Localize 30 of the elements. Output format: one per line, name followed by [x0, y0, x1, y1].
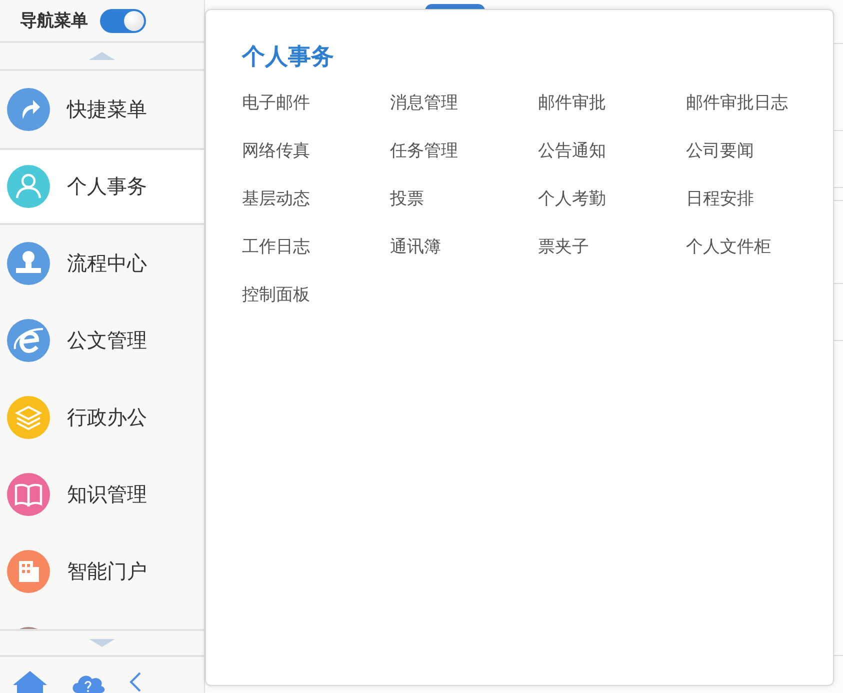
menu-link[interactable]: 日程安排 — [686, 188, 834, 210]
sidebar-item[interactable]: 个人事务 — [0, 148, 204, 225]
menu-link[interactable]: 网络传真 — [242, 140, 390, 162]
menu-link[interactable]: 基层动态 — [242, 188, 390, 210]
menu-link[interactable]: 消息管理 — [390, 92, 538, 114]
sidebar-item[interactable]: 知识管理 — [0, 456, 204, 533]
sidebar-item[interactable]: 智能门户 — [0, 533, 204, 610]
collapse-chevron-icon[interactable] — [128, 671, 142, 693]
home-icon[interactable] — [12, 669, 48, 693]
menu-link[interactable]: 邮件审批日志 — [686, 92, 834, 114]
menu-link[interactable]: 邮件审批 — [538, 92, 686, 114]
menu-link[interactable]: 控制面板 — [242, 284, 390, 306]
panel-title: 个人事务 — [242, 43, 335, 72]
nav-menu-label: 导航菜单 — [20, 10, 88, 32]
sidebar-item[interactable]: 流程中心 — [0, 225, 204, 302]
sidebar-item[interactable]: 快捷菜单 — [0, 71, 204, 148]
menu-link[interactable]: 通讯簿 — [390, 236, 538, 258]
menu-link[interactable]: 公告通知 — [538, 140, 686, 162]
menu-link[interactable]: 投票 — [390, 188, 538, 210]
menu-link[interactable]: 个人考勤 — [538, 188, 686, 210]
menu-link[interactable]: 公司要闻 — [686, 140, 834, 162]
menu-link[interactable]: 电子邮件 — [242, 92, 390, 114]
menu-link[interactable]: 工作日志 — [242, 236, 390, 258]
sidebar-item[interactable]: 公文管理 — [0, 302, 204, 379]
cloud-help-icon[interactable] — [70, 673, 106, 693]
menu-link[interactable]: 个人文件柜 — [686, 236, 834, 258]
toggle-switch[interactable] — [100, 8, 146, 32]
menu-link[interactable]: 票夹子 — [538, 236, 686, 258]
sidebar-item[interactable]: 行政办公 — [0, 379, 204, 456]
menu-link[interactable]: 任务管理 — [390, 140, 538, 162]
